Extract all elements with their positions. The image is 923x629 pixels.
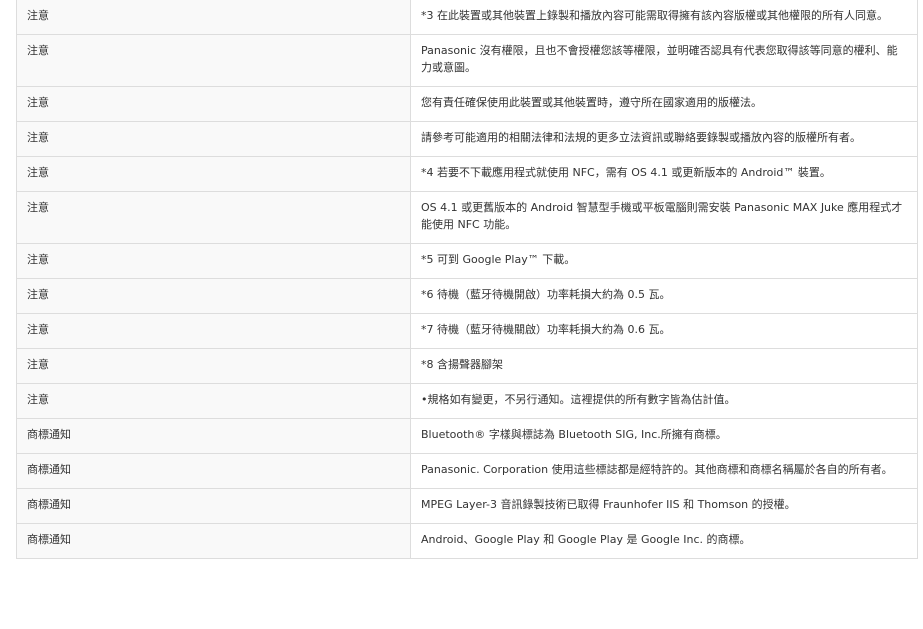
- row-label: 注意: [16, 34, 411, 87]
- row-label: 商標通知: [16, 488, 411, 524]
- row-value: *7 待機（藍牙待機關啟）功率耗損大約為 0.6 瓦。: [410, 313, 918, 349]
- row-value: *3 在此裝置或其他裝置上錄製和播放內容可能需取得擁有該內容版權或其他權限的所有…: [410, 0, 918, 35]
- row-value: OS 4.1 或更舊版本的 Android 智慧型手機或平板電腦則需安裝 Pan…: [410, 191, 918, 244]
- table-row: 注意 *8 含揚聲器腳架: [16, 348, 918, 384]
- row-label: 商標通知: [16, 453, 411, 489]
- row-label: 注意: [16, 121, 411, 157]
- row-value: 您有責任確保使用此裝置或其他裝置時，遵守所在國家適用的版權法。: [410, 86, 918, 122]
- row-label: 注意: [16, 348, 411, 384]
- table-row: 注意 OS 4.1 或更舊版本的 Android 智慧型手機或平板電腦則需安裝 …: [16, 191, 918, 244]
- table-row: 注意 •規格如有變更，不另行通知。這裡提供的所有數字皆為估計值。: [16, 383, 918, 419]
- row-label: 注意: [16, 313, 411, 349]
- table-row: 注意 *5 可到 Google Play™ 下載。: [16, 243, 918, 279]
- row-value: •規格如有變更，不另行通知。這裡提供的所有數字皆為估計值。: [410, 383, 918, 419]
- row-value: *8 含揚聲器腳架: [410, 348, 918, 384]
- table-row: 商標通知 Bluetooth® 字樣與標誌為 Bluetooth SIG, In…: [16, 418, 918, 454]
- row-value: Panasonic 沒有權限，且也不會授權您該等權限，並明確否認具有代表您取得該…: [410, 34, 918, 87]
- row-value: *5 可到 Google Play™ 下載。: [410, 243, 918, 279]
- row-label: 注意: [16, 191, 411, 244]
- table-row: 注意 *4 若要不下載應用程式就使用 NFC，需有 OS 4.1 或更新版本的 …: [16, 156, 918, 192]
- table-row: 注意 Panasonic 沒有權限，且也不會授權您該等權限，並明確否認具有代表您…: [16, 34, 918, 87]
- row-label: 注意: [16, 243, 411, 279]
- row-label: 商標通知: [16, 418, 411, 454]
- row-value: Bluetooth® 字樣與標誌為 Bluetooth SIG, Inc.所擁有…: [410, 418, 918, 454]
- table-row: 商標通知 Android、Google Play 和 Google Play 是…: [16, 523, 918, 559]
- row-label: 注意: [16, 383, 411, 419]
- table-row: 注意 *6 待機（藍牙待機開啟）功率耗損大約為 0.5 瓦。: [16, 278, 918, 314]
- row-label: 注意: [16, 0, 411, 35]
- row-value: Panasonic. Corporation 使用這些標誌都是經特許的。其他商標…: [410, 453, 918, 489]
- table-row: 注意 您有責任確保使用此裝置或其他裝置時，遵守所在國家適用的版權法。: [16, 86, 918, 122]
- row-value: 請參考可能適用的相關法律和法規的更多立法資訊或聯絡要錄製或播放內容的版權所有者。: [410, 121, 918, 157]
- row-label: 注意: [16, 278, 411, 314]
- row-value: MPEG Layer-3 音訊錄製技術已取得 Fraunhofer IIS 和 …: [410, 488, 918, 524]
- spec-notes-table: 注意 *3 在此裝置或其他裝置上錄製和播放內容可能需取得擁有該內容版權或其他權限…: [16, 0, 918, 559]
- spec-notes-body: 注意 *3 在此裝置或其他裝置上錄製和播放內容可能需取得擁有該內容版權或其他權限…: [16, 0, 918, 559]
- table-row: 注意 *3 在此裝置或其他裝置上錄製和播放內容可能需取得擁有該內容版權或其他權限…: [16, 0, 918, 35]
- row-value: *6 待機（藍牙待機開啟）功率耗損大約為 0.5 瓦。: [410, 278, 918, 314]
- table-row: 注意 請參考可能適用的相關法律和法規的更多立法資訊或聯絡要錄製或播放內容的版權所…: [16, 121, 918, 157]
- row-value: Android、Google Play 和 Google Play 是 Goog…: [410, 523, 918, 559]
- row-label: 注意: [16, 156, 411, 192]
- table-row: 注意 *7 待機（藍牙待機關啟）功率耗損大約為 0.6 瓦。: [16, 313, 918, 349]
- row-label: 注意: [16, 86, 411, 122]
- table-row: 商標通知 Panasonic. Corporation 使用這些標誌都是經特許的…: [16, 453, 918, 489]
- row-label: 商標通知: [16, 523, 411, 559]
- row-value: *4 若要不下載應用程式就使用 NFC，需有 OS 4.1 或更新版本的 And…: [410, 156, 918, 192]
- table-row: 商標通知 MPEG Layer-3 音訊錄製技術已取得 Fraunhofer I…: [16, 488, 918, 524]
